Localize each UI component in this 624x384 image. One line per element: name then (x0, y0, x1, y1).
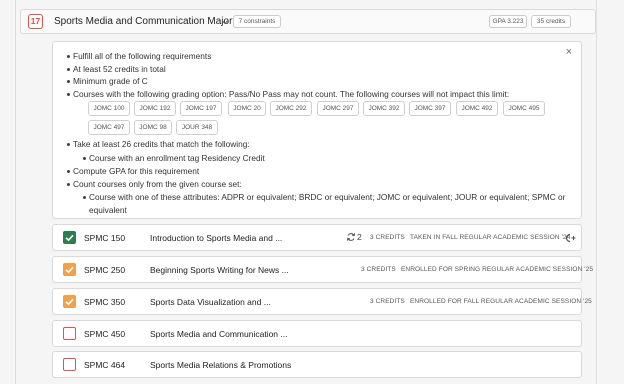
course-code: SPMC 350 (84, 297, 126, 307)
course-name: Introduction to Sports Media and ... (150, 233, 283, 243)
course-row[interactable]: SPMC 350 Sports Data Visualization and .… (52, 288, 592, 315)
bullet (67, 183, 70, 186)
check-icon (65, 298, 74, 306)
course-status: TAKEN IN FALL REGULAR ACADEMIC SESSION '… (410, 234, 571, 241)
gpa-pill: GPA 3.223 (489, 15, 527, 28)
completed-checkbox[interactable] (63, 231, 76, 244)
repeat-icon (346, 233, 356, 241)
excluded-course-chip: JOMC 392 (363, 101, 405, 116)
constraint-take-at-least: Take at least 26 credits that match the … (73, 139, 250, 149)
bullet (67, 170, 70, 173)
bullet (67, 93, 70, 96)
constraint-fulfill-all: Fulfill all of the following requirement… (73, 51, 212, 61)
requirement-header[interactable]: 17 Sports Media and Communication Major … (20, 9, 596, 34)
course-row[interactable]: SPMC 464 Sports Media Relations & Promot… (52, 351, 582, 378)
repeat-count: 2 (357, 232, 362, 242)
right-border (596, 0, 597, 384)
requirement-title: Sports Media and Communication Major (54, 16, 233, 27)
excluded-course-chip: JOMC 197 (180, 101, 222, 116)
constraints-count-pill[interactable]: 7 constraints (233, 15, 281, 28)
excluded-course-chip: JOMC 292 (270, 101, 312, 116)
constraint-attributes-cont: equivalent (89, 205, 127, 215)
constraint-total-credits: At least 52 credits in total (73, 64, 166, 74)
excluded-course-chip: JOMC 192 (134, 101, 176, 116)
course-credits: 3 CREDITS (370, 298, 405, 305)
course-code: SPMC 450 (84, 329, 126, 339)
excluded-course-chip: JOMC 98 (134, 120, 172, 135)
credits-pill: 35 credits (531, 15, 571, 28)
constraint-attributes: Course with one of these attributes: ADP… (89, 192, 566, 202)
course-credits: 3 CREDITS (361, 266, 396, 273)
bullet (67, 68, 70, 71)
excluded-course-chip: JOMC 20 (228, 101, 266, 116)
constraint-enrollment-tag: Course with an enrollment tag Residency … (89, 153, 265, 163)
bullet (83, 196, 86, 199)
course-status: ENROLLED FOR FALL REGULAR ACADEMIC SESSI… (410, 298, 592, 305)
excluded-course-chip: JOMC 100 (88, 101, 130, 116)
constraint-grading-option: Courses with the following grading optio… (73, 89, 510, 99)
missing-checkbox[interactable] (63, 358, 76, 371)
enrolled-checkbox[interactable] (63, 263, 76, 276)
check-icon (65, 266, 74, 274)
excluded-course-chip: JOMC 297 (317, 101, 359, 116)
course-name: Beginning Sports Writing for News ... (150, 265, 289, 275)
excluded-course-chip: JOMC 497 (88, 120, 130, 135)
degree-audit-panel: 17 Sports Media and Communication Major … (0, 0, 624, 384)
course-name: Sports Data Visualization and ... (150, 297, 271, 307)
course-name: Sports Media and Communication ... (150, 329, 288, 339)
requirement-number-badge: 17 (28, 14, 43, 29)
excluded-course-chip: JOUR 348 (176, 120, 218, 135)
check-icon (65, 234, 74, 242)
left-border (15, 0, 16, 384)
constraint-compute-gpa: Compute GPA for this requirement (73, 166, 200, 176)
excluded-course-chip: JOMC 492 (456, 101, 498, 116)
excluded-course-chip: JOMC 397 (409, 101, 451, 116)
constraints-card: × Fulfill all of the following requireme… (52, 41, 582, 219)
missing-checkbox[interactable] (63, 327, 76, 340)
course-code: SPMC 250 (84, 265, 126, 275)
close-icon[interactable]: × (566, 46, 572, 58)
chevron-down-icon[interactable] (221, 18, 229, 26)
bullet (83, 157, 86, 160)
course-code: SPMC 464 (84, 360, 126, 370)
enrolled-checkbox[interactable] (63, 295, 76, 308)
course-status: ENROLLED FOR SPRING REGULAR ACADEMIC SES… (401, 266, 594, 273)
bullet (67, 143, 70, 146)
excluded-course-chip: JOMC 495 (503, 101, 545, 116)
constraint-min-grade: Minimum grade of C (73, 76, 148, 86)
course-row[interactable]: SPMC 250 Beginning Sports Writing for Ne… (52, 256, 593, 283)
plan-add-icon[interactable] (564, 233, 576, 243)
course-row[interactable]: SPMC 450 Sports Media and Communication … (52, 320, 582, 347)
constraint-count-only: Count courses only from the given course… (73, 179, 242, 189)
bullet (67, 55, 70, 58)
course-row[interactable]: SPMC 150 Introduction to Sports Media an… (52, 224, 582, 251)
course-code: SPMC 150 (84, 233, 126, 243)
bullet (67, 80, 70, 83)
course-name: Sports Media Relations & Promotions (150, 360, 292, 370)
course-credits: 3 CREDITS (370, 234, 405, 241)
